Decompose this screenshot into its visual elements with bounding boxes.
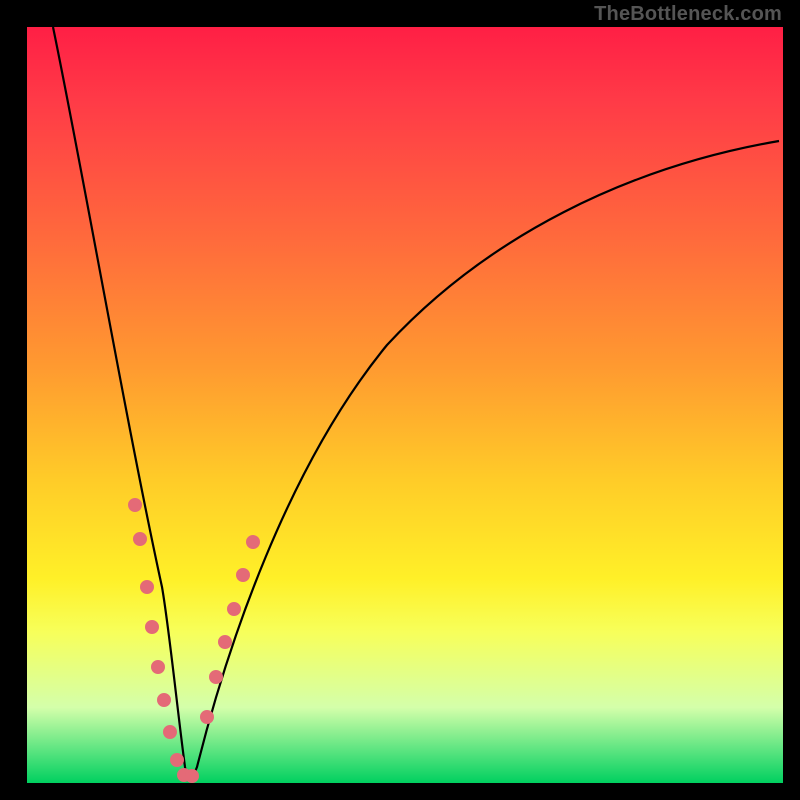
chart-frame: TheBottleneck.com [0,0,800,800]
curve-markers [129,499,259,782]
watermark-text: TheBottleneck.com [594,4,782,24]
chart-curves [27,27,783,783]
